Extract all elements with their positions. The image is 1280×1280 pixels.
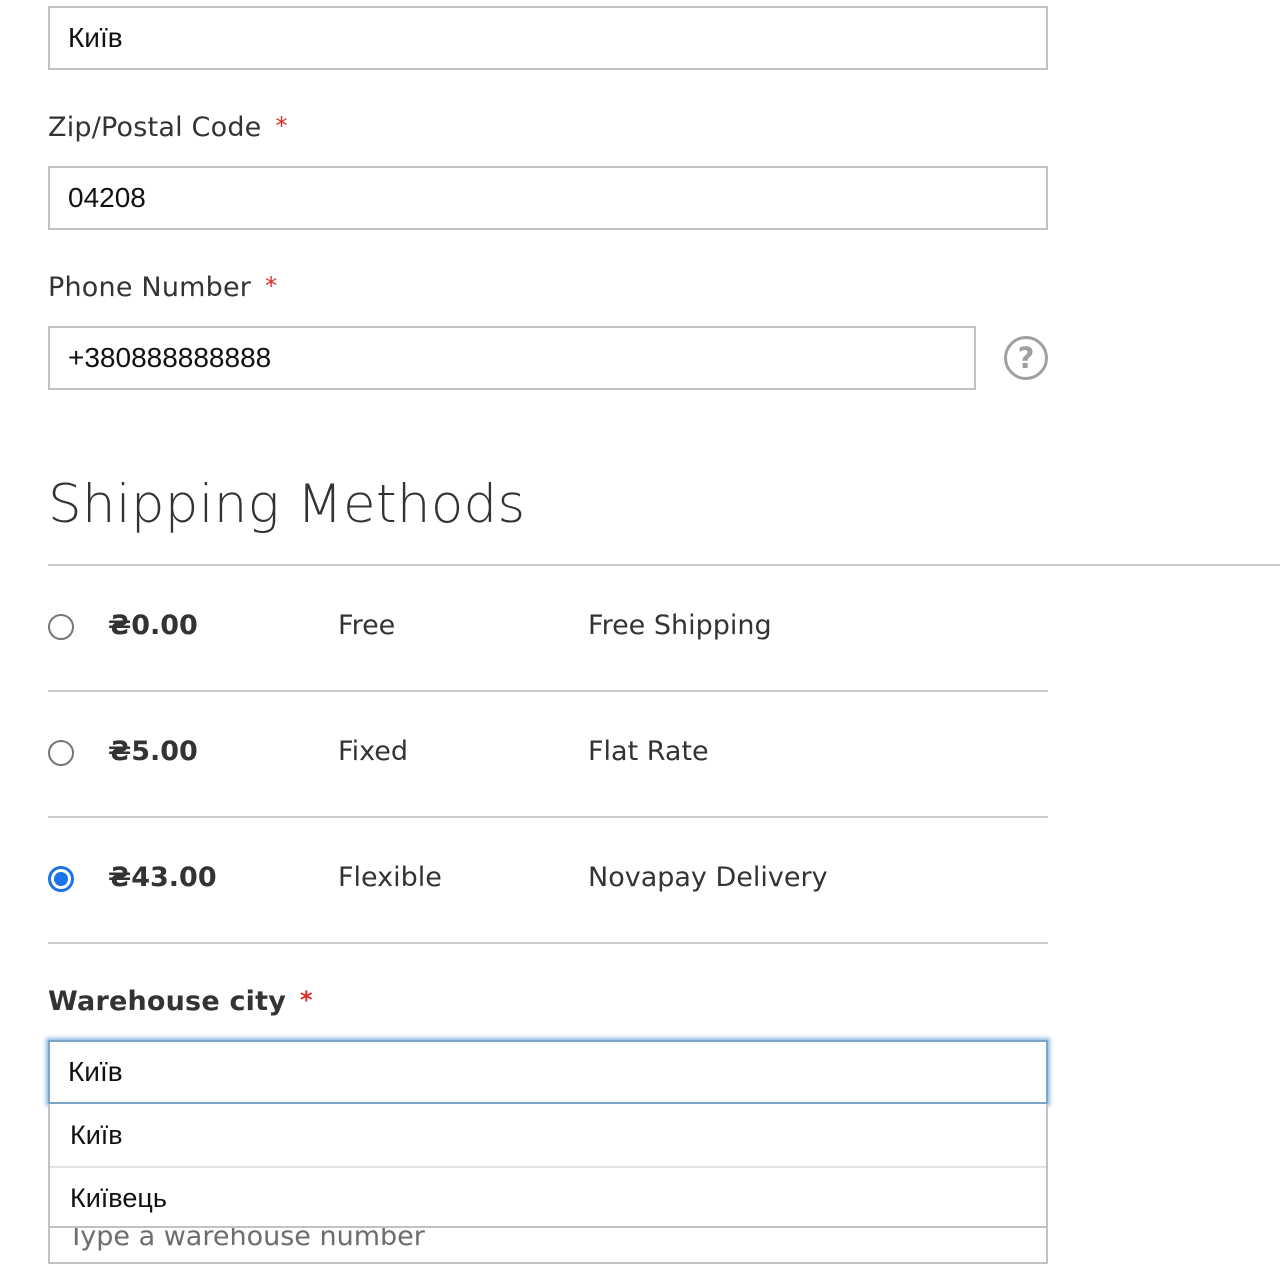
shipping-radio-flexible[interactable] [48, 866, 74, 892]
warehouse-city-input-value: Київ [68, 1056, 123, 1087]
shipping-price: ₴43.00 [108, 862, 217, 893]
zip-input[interactable]: 04208 [48, 166, 1048, 230]
shipping-carrier: Flat Rate [588, 736, 709, 767]
zip-label: Zip/Postal Code * [48, 112, 288, 143]
warehouse-city-input[interactable]: Київ [48, 1040, 1048, 1104]
shipping-method: Fixed [338, 736, 408, 767]
row-divider [48, 690, 1048, 692]
shipping-method: Free [338, 610, 396, 641]
radio-selected-dot [54, 872, 68, 886]
phone-input[interactable]: +380888888888 [48, 326, 976, 390]
shipping-radio-fixed[interactable] [48, 740, 74, 766]
divider [48, 564, 1280, 566]
city-input[interactable]: Київ [48, 6, 1048, 70]
shipping-method: Flexible [338, 862, 442, 893]
suggestion-item[interactable]: Київ [50, 1104, 1046, 1166]
row-divider [48, 816, 1048, 818]
required-asterisk: * [300, 986, 313, 1014]
shipping-radio-free[interactable] [48, 614, 74, 640]
question-circle-icon[interactable]: ? [1004, 336, 1048, 380]
row-divider [48, 942, 1048, 944]
zip-input-value: 04208 [68, 182, 146, 213]
phone-input-value: +380888888888 [68, 342, 272, 373]
city-input-value: Київ [68, 22, 123, 53]
suggestion-item[interactable]: Київець [50, 1166, 1046, 1228]
shipping-carrier: Novapay Delivery [588, 862, 828, 893]
warehouse-city-suggestions: Київ Київець [48, 1104, 1048, 1228]
shipping-price: ₴0.00 [108, 610, 198, 641]
shipping-price: ₴5.00 [108, 736, 198, 767]
warehouse-city-label: Warehouse city * [48, 986, 313, 1017]
shipping-methods-title: Shipping Methods [48, 474, 526, 535]
phone-label: Phone Number * [48, 272, 278, 303]
shipping-carrier: Free Shipping [588, 610, 772, 641]
required-asterisk: * [265, 272, 278, 300]
required-asterisk: * [275, 112, 288, 140]
